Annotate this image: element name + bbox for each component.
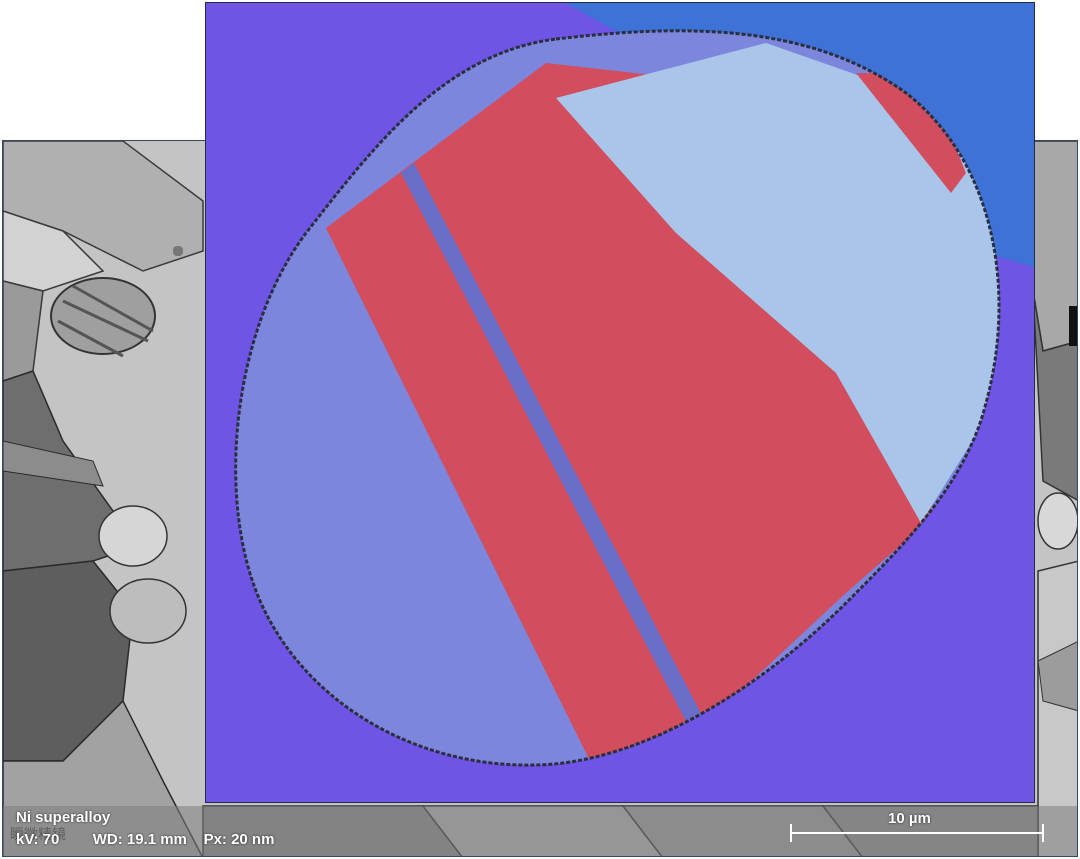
orientation-map-overlay bbox=[205, 2, 1035, 803]
scale-bar bbox=[790, 832, 1044, 834]
scale-bar-right-tick bbox=[1042, 824, 1044, 842]
imaging-parameters: kV: 70 WD: 19.1 mm Px: 20 nm bbox=[16, 831, 275, 848]
scale-bar-label: 10 µm bbox=[888, 810, 931, 827]
scale-bar-left-tick bbox=[790, 824, 792, 842]
sample-name: Ni superalloy bbox=[16, 809, 111, 826]
